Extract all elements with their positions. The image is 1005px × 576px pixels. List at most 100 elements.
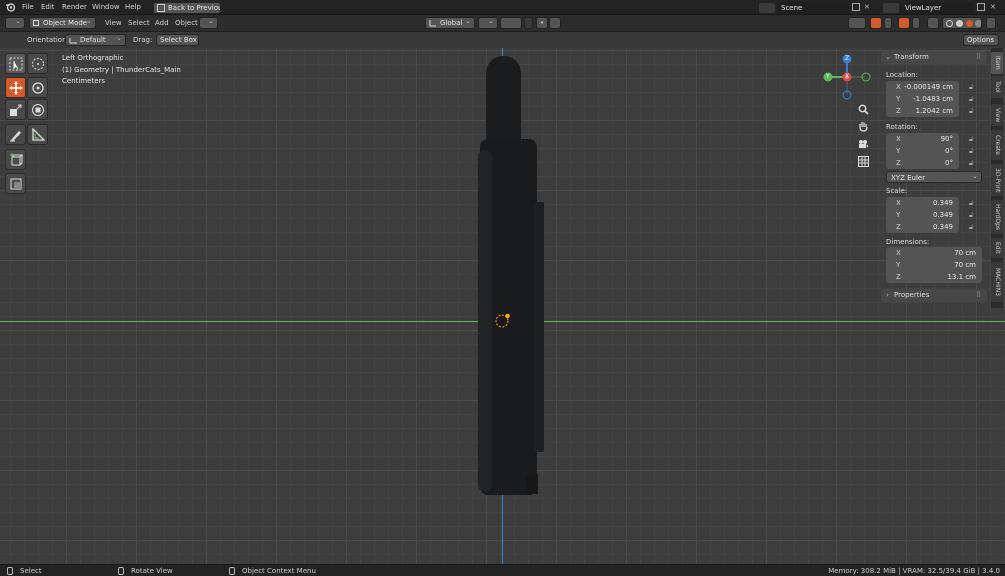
gizmo-dropdown[interactable]: [884, 17, 892, 29]
mouse-right-icon: [229, 567, 235, 575]
overlay-dropdown[interactable]: [912, 17, 920, 29]
tab-item[interactable]: Item: [991, 52, 1003, 74]
tab-3d-print[interactable]: 3D-Print: [991, 164, 1003, 196]
snap-target-select[interactable]: [524, 17, 533, 29]
location-z-lock-icon[interactable]: 🔓︎: [969, 107, 977, 115]
menu-render[interactable]: Render: [62, 3, 87, 11]
location-z-field[interactable]: Z 1.2042 cm: [886, 105, 959, 117]
extra-tool[interactable]: [5, 173, 26, 194]
move-tool[interactable]: [5, 77, 26, 98]
dimensions-x-field[interactable]: X 70 cm: [886, 247, 982, 259]
gpencil-select[interactable]: [199, 17, 218, 29]
snap-toggle[interactable]: [500, 17, 522, 29]
shading-mode-buttons[interactable]: [942, 17, 982, 29]
gizmo-toggle[interactable]: [870, 17, 882, 29]
proportional-falloff-select[interactable]: [549, 17, 561, 29]
proportional-edit-toggle[interactable]: •: [536, 17, 548, 29]
rotation-x-field[interactable]: X 90°: [886, 133, 959, 145]
menu-select[interactable]: Select: [128, 19, 150, 27]
blender-logo-icon[interactable]: [5, 2, 16, 14]
viewlayer-browse-button[interactable]: [882, 2, 900, 14]
location-x-lock-icon[interactable]: 🔓︎: [969, 83, 977, 91]
editor-type-button[interactable]: [5, 17, 25, 29]
dimensions-y-field[interactable]: Y 70 cm: [886, 259, 982, 271]
location-y-axis: Y: [896, 95, 901, 103]
remove-viewlayer-icon[interactable]: ✕: [990, 3, 996, 11]
rotation-y-value: 0°: [945, 147, 953, 155]
drag-handle-icon[interactable]: ⠿: [976, 289, 981, 302]
location-y-field[interactable]: Y -1.0483 cm: [886, 93, 959, 105]
orientation-select[interactable]: Default: [65, 34, 126, 46]
solid-shading-icon[interactable]: [956, 20, 963, 27]
scene-name-field[interactable]: Scene: [777, 2, 849, 14]
zoom-icon[interactable]: [858, 104, 869, 117]
scale-x-field[interactable]: X 0.349: [886, 197, 959, 209]
viewlayer-name-field[interactable]: ViewLayer: [901, 2, 973, 14]
scale-z-lock-icon[interactable]: 🔓︎: [969, 223, 977, 231]
tab-create[interactable]: Create: [991, 130, 1003, 160]
xray-toggle[interactable]: [927, 17, 939, 29]
shading-dropdown[interactable]: [986, 17, 996, 29]
dimensions-x-axis: X: [896, 249, 901, 257]
dimensions-z-field[interactable]: Z 13.1 cm: [886, 271, 982, 283]
tab-hardops[interactable]: HardOps: [991, 200, 1003, 234]
menu-help[interactable]: Help: [125, 3, 141, 11]
scale-y-lock-icon[interactable]: 🔓︎: [969, 211, 977, 219]
tab-edit[interactable]: Edit: [991, 238, 1003, 258]
rotation-z-lock-icon[interactable]: 🔓︎: [969, 159, 977, 167]
camera-icon[interactable]: [858, 139, 869, 152]
rendered-shading-icon[interactable]: [975, 20, 981, 27]
scale-z-field[interactable]: Z 0.349: [886, 221, 959, 233]
pan-hand-icon[interactable]: [858, 121, 869, 134]
3d-viewport[interactable]: Left Orthographic (1) Geometry | Thunder…: [0, 48, 1005, 564]
rotation-y-lock-icon[interactable]: 🔓︎: [969, 147, 977, 155]
rotation-z-field[interactable]: Z 0°: [886, 157, 959, 169]
remove-scene-icon[interactable]: ✕: [864, 3, 870, 11]
menu-file[interactable]: File: [22, 3, 34, 11]
menu-view[interactable]: View: [105, 19, 122, 27]
pivot-point-select[interactable]: [478, 17, 498, 29]
add-cube-tool[interactable]: [5, 149, 26, 170]
menu-object[interactable]: Object: [175, 19, 198, 27]
scale-tool[interactable]: [5, 99, 26, 120]
options-dropdown[interactable]: Options: [963, 34, 999, 46]
rotation-mode-select[interactable]: XYZ Euler: [886, 170, 982, 183]
drag-handle-icon[interactable]: ⠿: [976, 51, 981, 64]
orientation-label: Orientation:: [27, 36, 69, 44]
cursor-tool[interactable]: [27, 53, 48, 74]
rotate-tool[interactable]: [27, 77, 48, 98]
location-y-lock-icon[interactable]: 🔓︎: [969, 95, 977, 103]
transform-orientation-select[interactable]: Global: [425, 17, 475, 29]
overlay-toggle[interactable]: [898, 17, 910, 29]
location-x-field[interactable]: X -0.000149 cm: [886, 81, 959, 93]
visibility-select[interactable]: [848, 17, 866, 29]
scale-y-field[interactable]: Y 0.349: [886, 209, 959, 221]
drag-select[interactable]: Select Box: [156, 34, 199, 46]
properties-panel-header[interactable]: › Properties ⠿: [881, 289, 987, 302]
scale-x-lock-icon[interactable]: 🔓︎: [969, 199, 977, 207]
material-shading-icon[interactable]: [966, 20, 973, 27]
menu-window[interactable]: Window: [92, 3, 120, 11]
object-mesh[interactable]: [470, 54, 550, 499]
transform-tool[interactable]: [27, 99, 48, 120]
menu-edit[interactable]: Edit: [41, 3, 55, 11]
wireframe-shading-icon[interactable]: [946, 20, 953, 27]
tab-machin3[interactable]: MACHIN3: [991, 262, 1003, 302]
grid-ortho-icon[interactable]: [858, 156, 869, 169]
measure-tool[interactable]: [27, 124, 48, 145]
tab-tool[interactable]: Tool: [991, 76, 1003, 98]
back-to-previous-button[interactable]: Back to Previous: [153, 2, 221, 14]
new-scene-icon[interactable]: [852, 3, 860, 11]
rotation-label: Rotation:: [886, 123, 918, 131]
select-box-tool[interactable]: [5, 53, 26, 74]
transform-panel-header[interactable]: ⌄ Transform ⠿: [881, 51, 987, 64]
move-icon: [9, 81, 23, 95]
annotate-tool[interactable]: [5, 124, 26, 145]
new-viewlayer-icon[interactable]: [977, 3, 985, 11]
rotation-x-lock-icon[interactable]: 🔓︎: [969, 135, 977, 143]
mode-select[interactable]: Object Mode: [29, 17, 96, 29]
tab-view[interactable]: View: [991, 104, 1003, 126]
scene-browse-button[interactable]: [758, 2, 776, 14]
rotation-y-field[interactable]: Y 0°: [886, 145, 959, 157]
menu-add[interactable]: Add: [155, 19, 169, 27]
